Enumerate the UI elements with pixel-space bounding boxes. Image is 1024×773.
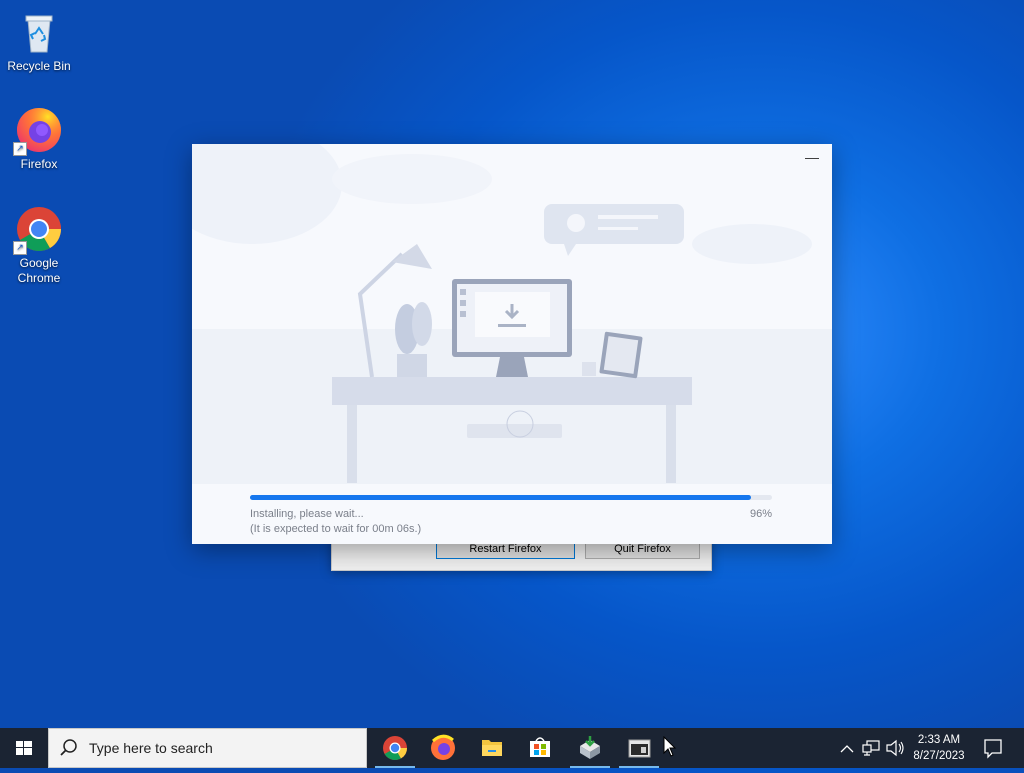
system-clock[interactable]: 2:33 AM 8/27/2023 xyxy=(906,732,972,764)
folder-icon xyxy=(482,740,502,756)
desktop-icon-recycle-bin[interactable]: Recycle Bin xyxy=(1,8,77,74)
clock-date: 8/27/2023 xyxy=(913,750,965,762)
action-center-button[interactable] xyxy=(978,728,1008,768)
clock-time: 2:33 AM xyxy=(917,734,961,746)
installer-illustration xyxy=(192,144,832,484)
network-tray-button[interactable] xyxy=(860,728,882,768)
network-icon xyxy=(862,740,880,756)
speaker-icon xyxy=(886,739,904,757)
notification-icon xyxy=(984,739,1002,759)
store-icon xyxy=(530,737,550,757)
taskbar-app-window[interactable] xyxy=(615,728,663,768)
mouse-cursor-icon xyxy=(663,736,677,757)
installer-icon xyxy=(580,736,600,759)
search-placeholder: Type here to search xyxy=(89,740,213,756)
installer-window: — Installing, please wait... (It is expe… xyxy=(192,144,832,544)
desktop-icon-label: Google Chrome xyxy=(17,256,61,285)
taskbar-app-installer[interactable] xyxy=(566,728,614,768)
taskbar-app-file-explorer[interactable] xyxy=(468,728,516,768)
desktop-icon-firefox[interactable]: ↗ Firefox xyxy=(1,106,77,172)
install-eta-text: (It is expected to wait for 00m 06s.) xyxy=(250,523,422,535)
taskbar-search-box[interactable]: Type here to search xyxy=(48,728,367,768)
install-progress-fill xyxy=(250,495,752,500)
start-button[interactable] xyxy=(0,728,48,768)
chrome-icon xyxy=(383,736,407,761)
recycle-bin-icon xyxy=(15,8,63,56)
taskbar-app-firefox[interactable] xyxy=(419,728,467,768)
taskbar-app-chrome[interactable] xyxy=(371,728,419,768)
minimize-button[interactable]: — xyxy=(802,150,822,170)
install-status-text: Installing, please wait... xyxy=(250,508,364,520)
show-hidden-icons-button[interactable] xyxy=(838,728,856,768)
volume-tray-button[interactable] xyxy=(884,728,906,768)
windows-logo-icon xyxy=(16,741,32,755)
desktop-icon-chrome[interactable]: ↗ Google Chrome xyxy=(1,205,77,286)
install-progress-percent: 96% xyxy=(749,508,772,520)
chrome-icon: ↗ xyxy=(13,205,63,255)
firefox-icon: ↗ xyxy=(13,106,63,156)
desktop-icon-label: Firefox xyxy=(20,157,58,171)
taskbar-app-store[interactable] xyxy=(516,728,564,768)
desktop-icon-label: Recycle Bin xyxy=(7,59,71,73)
chevron-up-icon xyxy=(840,745,854,753)
firefox-icon xyxy=(431,734,455,760)
install-progress-bar xyxy=(250,495,772,500)
search-icon xyxy=(60,739,77,756)
window-icon xyxy=(628,739,651,758)
taskbar: Type here to search 2:33 AM 8/27/2023 xyxy=(0,728,1024,768)
